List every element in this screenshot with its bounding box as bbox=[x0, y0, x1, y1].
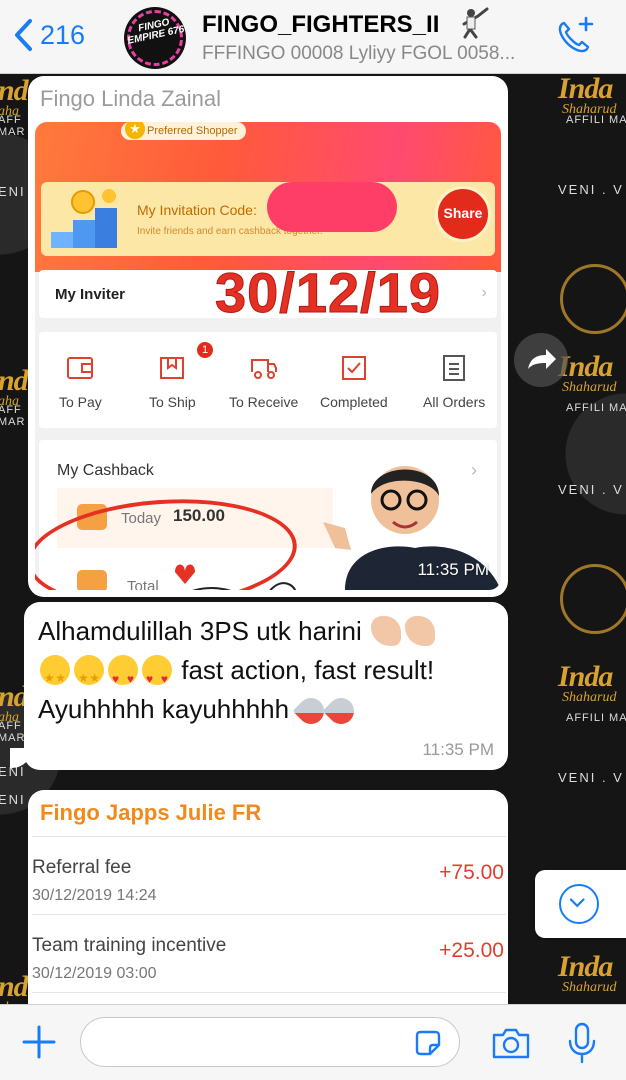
wallet-icon bbox=[67, 357, 94, 379]
order-label: To Receive bbox=[229, 394, 299, 410]
add-call-icon[interactable] bbox=[553, 14, 597, 58]
cashback-title: My Cashback bbox=[57, 462, 154, 479]
fencer-emoji-icon bbox=[462, 7, 489, 39]
preferred-shopper-badge: ★ Preferred Shopper bbox=[121, 122, 246, 140]
star-struck-emoji-icon bbox=[40, 655, 70, 698]
unread-count: 216 bbox=[40, 19, 86, 50]
transaction-label: Referral fee bbox=[32, 857, 132, 878]
chevron-left-icon bbox=[15, 19, 32, 51]
wallpaper-tile: Inda Shaharud AFFILI MARKE VENI . V bbox=[558, 74, 626, 197]
share-button: Share bbox=[435, 186, 491, 242]
transaction-amount: +25.00 bbox=[439, 939, 504, 962]
date-overlay-text: 30/12/19 bbox=[215, 261, 441, 325]
order-completed: Completed bbox=[320, 352, 388, 410]
check-box-icon bbox=[341, 356, 366, 380]
star-icon: ★ bbox=[125, 122, 145, 139]
invitation-title: My Invitation Code: bbox=[137, 202, 257, 218]
heart-eyes-emoji-icon bbox=[108, 655, 138, 699]
forward-arrow-icon bbox=[528, 349, 556, 369]
orders-row: To Pay 1 To Ship To Receive Completed Al… bbox=[39, 332, 497, 428]
redacted-code bbox=[267, 182, 397, 232]
shared-screenshot-image[interactable]: ★ Preferred Shopper My Invitation Code: … bbox=[35, 122, 501, 590]
sender-name[interactable]: Fingo Linda Zainal bbox=[40, 86, 221, 112]
order-to-pay: To Pay bbox=[59, 352, 102, 410]
message-text: Alhamdulillah 3PS utk harini fast action… bbox=[38, 612, 498, 730]
group-avatar[interactable]: FINGO EMPIRE 676 bbox=[124, 7, 186, 69]
plus-icon[interactable] bbox=[20, 1023, 58, 1061]
group-name[interactable]: FINGO_FIGHTERS_II bbox=[202, 7, 489, 39]
wallpaper-star-ring bbox=[560, 264, 626, 334]
chevron-right-icon: › bbox=[481, 284, 487, 301]
sender-name[interactable]: Fingo Japps Julie FR bbox=[40, 800, 261, 826]
order-label: All Orders bbox=[423, 394, 486, 410]
message-time: 11:35 PM bbox=[417, 560, 489, 579]
back-button[interactable]: 216 bbox=[12, 18, 85, 52]
inviter-label: My Inviter bbox=[55, 286, 126, 303]
wallpaper-tile: Inda Shaharud AFFILI MARKE VENI . V bbox=[558, 660, 626, 785]
order-label: To Pay bbox=[59, 394, 102, 410]
invitation-card: My Invitation Code: Invite friends and e… bbox=[41, 182, 495, 256]
preferred-label: Preferred Shopper bbox=[147, 125, 238, 137]
chat-header: 216 FINGO EMPIRE 676 FINGO_FIGHTERS_II F… bbox=[0, 0, 626, 74]
heart-eyes-emoji-icon bbox=[142, 655, 172, 699]
group-name-text: FINGO_FIGHTERS_II bbox=[202, 11, 440, 38]
list-icon bbox=[443, 355, 466, 381]
image-message-bubble[interactable]: Fingo Japps Julie FR Referral fee 30/12/… bbox=[28, 790, 508, 1004]
scroll-to-bottom-button[interactable] bbox=[535, 870, 626, 938]
chevron-down-icon bbox=[569, 898, 585, 908]
chevron-down-circle-icon bbox=[559, 884, 599, 924]
order-badge: 1 bbox=[195, 340, 215, 360]
message-time: 11:35 PM bbox=[422, 740, 494, 759]
wallpaper-star-ring bbox=[560, 564, 626, 634]
box-icon bbox=[160, 357, 185, 379]
star-struck-emoji-icon bbox=[74, 655, 104, 698]
wallpaper-tile: Inda Shaharud bbox=[558, 950, 617, 995]
transaction-row: Referral fee 30/12/2019 14:24 +75.00 bbox=[32, 837, 506, 915]
message-input[interactable] bbox=[80, 1017, 460, 1067]
rocket-emoji-icon bbox=[322, 692, 360, 730]
order-to-receive: To Receive bbox=[229, 352, 298, 410]
order-label: To Ship bbox=[149, 394, 196, 410]
sticker-icon[interactable] bbox=[412, 1027, 444, 1059]
order-label: Completed bbox=[320, 394, 388, 410]
transaction-amount: +75.00 bbox=[439, 861, 504, 884]
truck-icon bbox=[250, 359, 277, 379]
transaction-label: Team training incentive bbox=[32, 935, 227, 956]
microphone-icon[interactable] bbox=[565, 1021, 599, 1065]
text-message-bubble[interactable]: Alhamdulillah 3PS utk harini fast action… bbox=[24, 602, 508, 770]
order-all: All Orders bbox=[423, 352, 485, 410]
transaction-date: 30/12/2019 03:00 bbox=[32, 965, 157, 982]
camera-icon[interactable] bbox=[490, 1025, 532, 1061]
order-to-ship: 1 To Ship bbox=[149, 340, 215, 410]
message-line: Alhamdulillah 3PS utk harini bbox=[38, 616, 362, 646]
message-line: fast action, fast result! bbox=[181, 655, 435, 685]
flexed-biceps-emoji-icon bbox=[404, 616, 435, 646]
coin-stairs-illustration bbox=[51, 189, 117, 248]
doodle-sticker bbox=[175, 564, 297, 590]
shared-screenshot-image[interactable]: Referral fee 30/12/2019 14:24 +75.00 Tea… bbox=[32, 836, 506, 1004]
message-composer bbox=[0, 1004, 626, 1080]
flexed-biceps-emoji-icon bbox=[370, 616, 401, 646]
transaction-date: 30/12/2019 14:24 bbox=[32, 887, 157, 904]
transaction-row: Team training incentive 30/12/2019 03:00… bbox=[32, 915, 506, 993]
group-members: FFFINGO 00008 Lyliyy FGOL 0058... bbox=[202, 43, 516, 64]
image-message-bubble[interactable]: Fingo Linda Zainal ★ Preferred Shopper M… bbox=[28, 76, 508, 597]
forward-button[interactable] bbox=[514, 333, 568, 387]
